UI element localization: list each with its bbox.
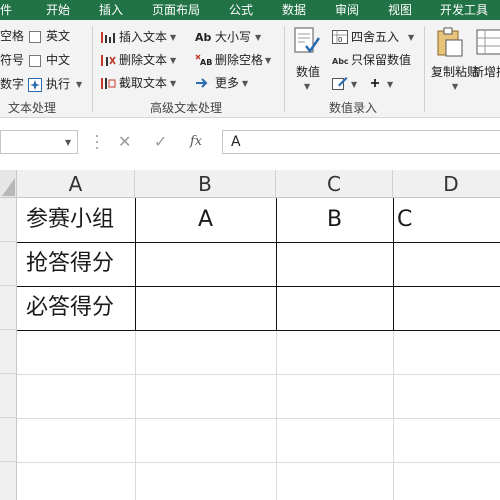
formula-bar: ▼ ✕ ✓ fx A	[0, 118, 500, 170]
cell-d1[interactable]: C	[397, 198, 412, 242]
tab-developer[interactable]: 开发工具	[440, 2, 488, 18]
arrow-right-icon	[196, 78, 208, 88]
add-insert-button[interactable]: 新增插	[472, 64, 500, 80]
svg-text:Ab: Ab	[195, 31, 212, 44]
table-border	[393, 198, 394, 330]
symbol-button[interactable]: 符号	[0, 52, 24, 68]
delete-text-button[interactable]: 删除文本	[119, 52, 167, 68]
row-header-3[interactable]	[0, 286, 17, 330]
extract-text-button[interactable]: 截取文本	[119, 75, 167, 91]
tab-formulas[interactable]: 公式	[229, 2, 253, 18]
chevron-down-icon[interactable]: ▼	[255, 33, 261, 43]
chevron-down-icon[interactable]: ▼	[452, 82, 458, 92]
value-button[interactable]: 数值	[296, 64, 320, 80]
chevron-down-icon[interactable]: ▼	[65, 138, 71, 148]
group-label-advanced-text: 高级文本处理	[150, 101, 223, 115]
svg-text:Abc: Abc	[332, 57, 349, 66]
confirm-icon[interactable]: ✓	[154, 132, 167, 152]
chevron-down-icon[interactable]: ▼	[304, 82, 310, 92]
space-button[interactable]: 空格	[0, 28, 24, 44]
cell-a1[interactable]: 参赛小组	[26, 198, 114, 242]
tab-page-layout[interactable]: 页面布局	[152, 2, 200, 18]
ribbon: 空格 符号 数字 英文 中文 执行 ▼ 文本处理 插入文本 ▼ 删除文本 ▼ 截…	[0, 20, 500, 118]
column-header-a[interactable]: A	[17, 170, 135, 198]
cell-b1[interactable]: A	[135, 198, 276, 242]
execute-icon	[28, 78, 42, 92]
case-icon: Ab	[195, 31, 212, 44]
row-header-6[interactable]	[0, 418, 17, 462]
group-label-data-entry: 数值录入	[329, 101, 378, 115]
abc-icon: Abc	[332, 57, 349, 66]
name-box[interactable]: ▼	[0, 130, 78, 154]
english-checkbox[interactable]	[29, 31, 41, 43]
round-icon: 0	[332, 30, 348, 44]
round-button[interactable]: 四舍五入	[351, 29, 399, 45]
chevron-down-icon[interactable]: ▼	[170, 79, 176, 89]
cell-c1[interactable]: B	[276, 198, 393, 242]
execute-button[interactable]: 执行	[46, 76, 70, 92]
row-header-2[interactable]	[0, 242, 17, 286]
case-button[interactable]: 大小写	[215, 29, 251, 45]
column-header-d[interactable]: D	[393, 170, 500, 198]
tab-insert[interactable]: 插入	[99, 2, 123, 18]
svg-text:0: 0	[338, 36, 342, 44]
ribbon-tab-bar: 件 开始 插入 页面布局 公式 数据 审阅 视图 开发工具	[0, 0, 500, 20]
cancel-icon[interactable]: ✕	[118, 132, 131, 152]
gridline	[17, 462, 500, 463]
chevron-down-icon[interactable]: ▼	[265, 56, 271, 66]
chevron-down-icon[interactable]: ▼	[170, 33, 176, 43]
formula-bar-grip[interactable]	[96, 132, 98, 152]
tab-view[interactable]: 视图	[388, 2, 412, 18]
gridline	[17, 374, 500, 375]
chinese-label: 中文	[46, 53, 71, 67]
cell-a3[interactable]: 必答得分	[26, 286, 114, 330]
english-label: 英文	[46, 29, 71, 43]
svg-text:AB: AB	[200, 58, 212, 67]
number-button[interactable]: 数字	[0, 76, 24, 92]
delete-space-icon: AB	[195, 54, 212, 67]
tab-home[interactable]: 开始	[46, 2, 70, 18]
gridline	[17, 418, 500, 419]
chevron-down-icon[interactable]: ▼	[351, 80, 357, 90]
group-divider	[284, 26, 285, 112]
select-all-corner[interactable]	[0, 170, 17, 198]
insert-table-icon	[476, 29, 500, 55]
cell-a2[interactable]: 抢答得分	[26, 242, 114, 286]
row-header-5[interactable]	[0, 374, 17, 418]
chinese-checkbox[interactable]	[29, 55, 41, 67]
column-header-b[interactable]: B	[135, 170, 276, 198]
table-border	[17, 330, 500, 331]
chevron-down-icon[interactable]: ▼	[408, 33, 414, 43]
chevron-down-icon[interactable]: ▼	[242, 79, 248, 89]
group-label-text: 文本处理	[8, 101, 57, 115]
chevron-down-icon[interactable]: ▼	[170, 56, 176, 66]
group-divider	[424, 26, 425, 112]
chevron-down-icon[interactable]: ▼	[387, 80, 393, 90]
insert-function-button[interactable]: fx	[190, 132, 202, 152]
delete-text-icon	[101, 55, 116, 66]
insert-text-button[interactable]: 插入文本	[119, 29, 167, 45]
spreadsheet-grid: A B C D 参赛小组 A B C 抢答得分 必答得分	[0, 170, 500, 500]
value-icon	[294, 27, 321, 54]
tab-file[interactable]: 件	[0, 2, 12, 18]
insert-text-icon	[101, 32, 115, 43]
tab-data[interactable]: 数据	[282, 2, 306, 18]
edit-icon	[332, 77, 348, 90]
keep-value-button[interactable]: 只保留数值	[351, 52, 411, 68]
tab-review[interactable]: 审阅	[335, 2, 359, 18]
plus-icon[interactable]	[370, 78, 380, 88]
clipboard-icon	[437, 27, 463, 57]
chevron-down-icon[interactable]: ▼	[76, 80, 82, 90]
row-header-7[interactable]	[0, 462, 17, 500]
column-header-c[interactable]: C	[276, 170, 393, 198]
group-divider	[92, 26, 93, 112]
row-header-1[interactable]	[0, 198, 17, 242]
more-button[interactable]: 更多	[215, 75, 239, 91]
extract-text-icon	[101, 78, 116, 89]
row-header-4[interactable]	[0, 330, 17, 374]
formula-input[interactable]: A	[222, 130, 500, 154]
delete-space-button[interactable]: 删除空格	[215, 52, 263, 68]
